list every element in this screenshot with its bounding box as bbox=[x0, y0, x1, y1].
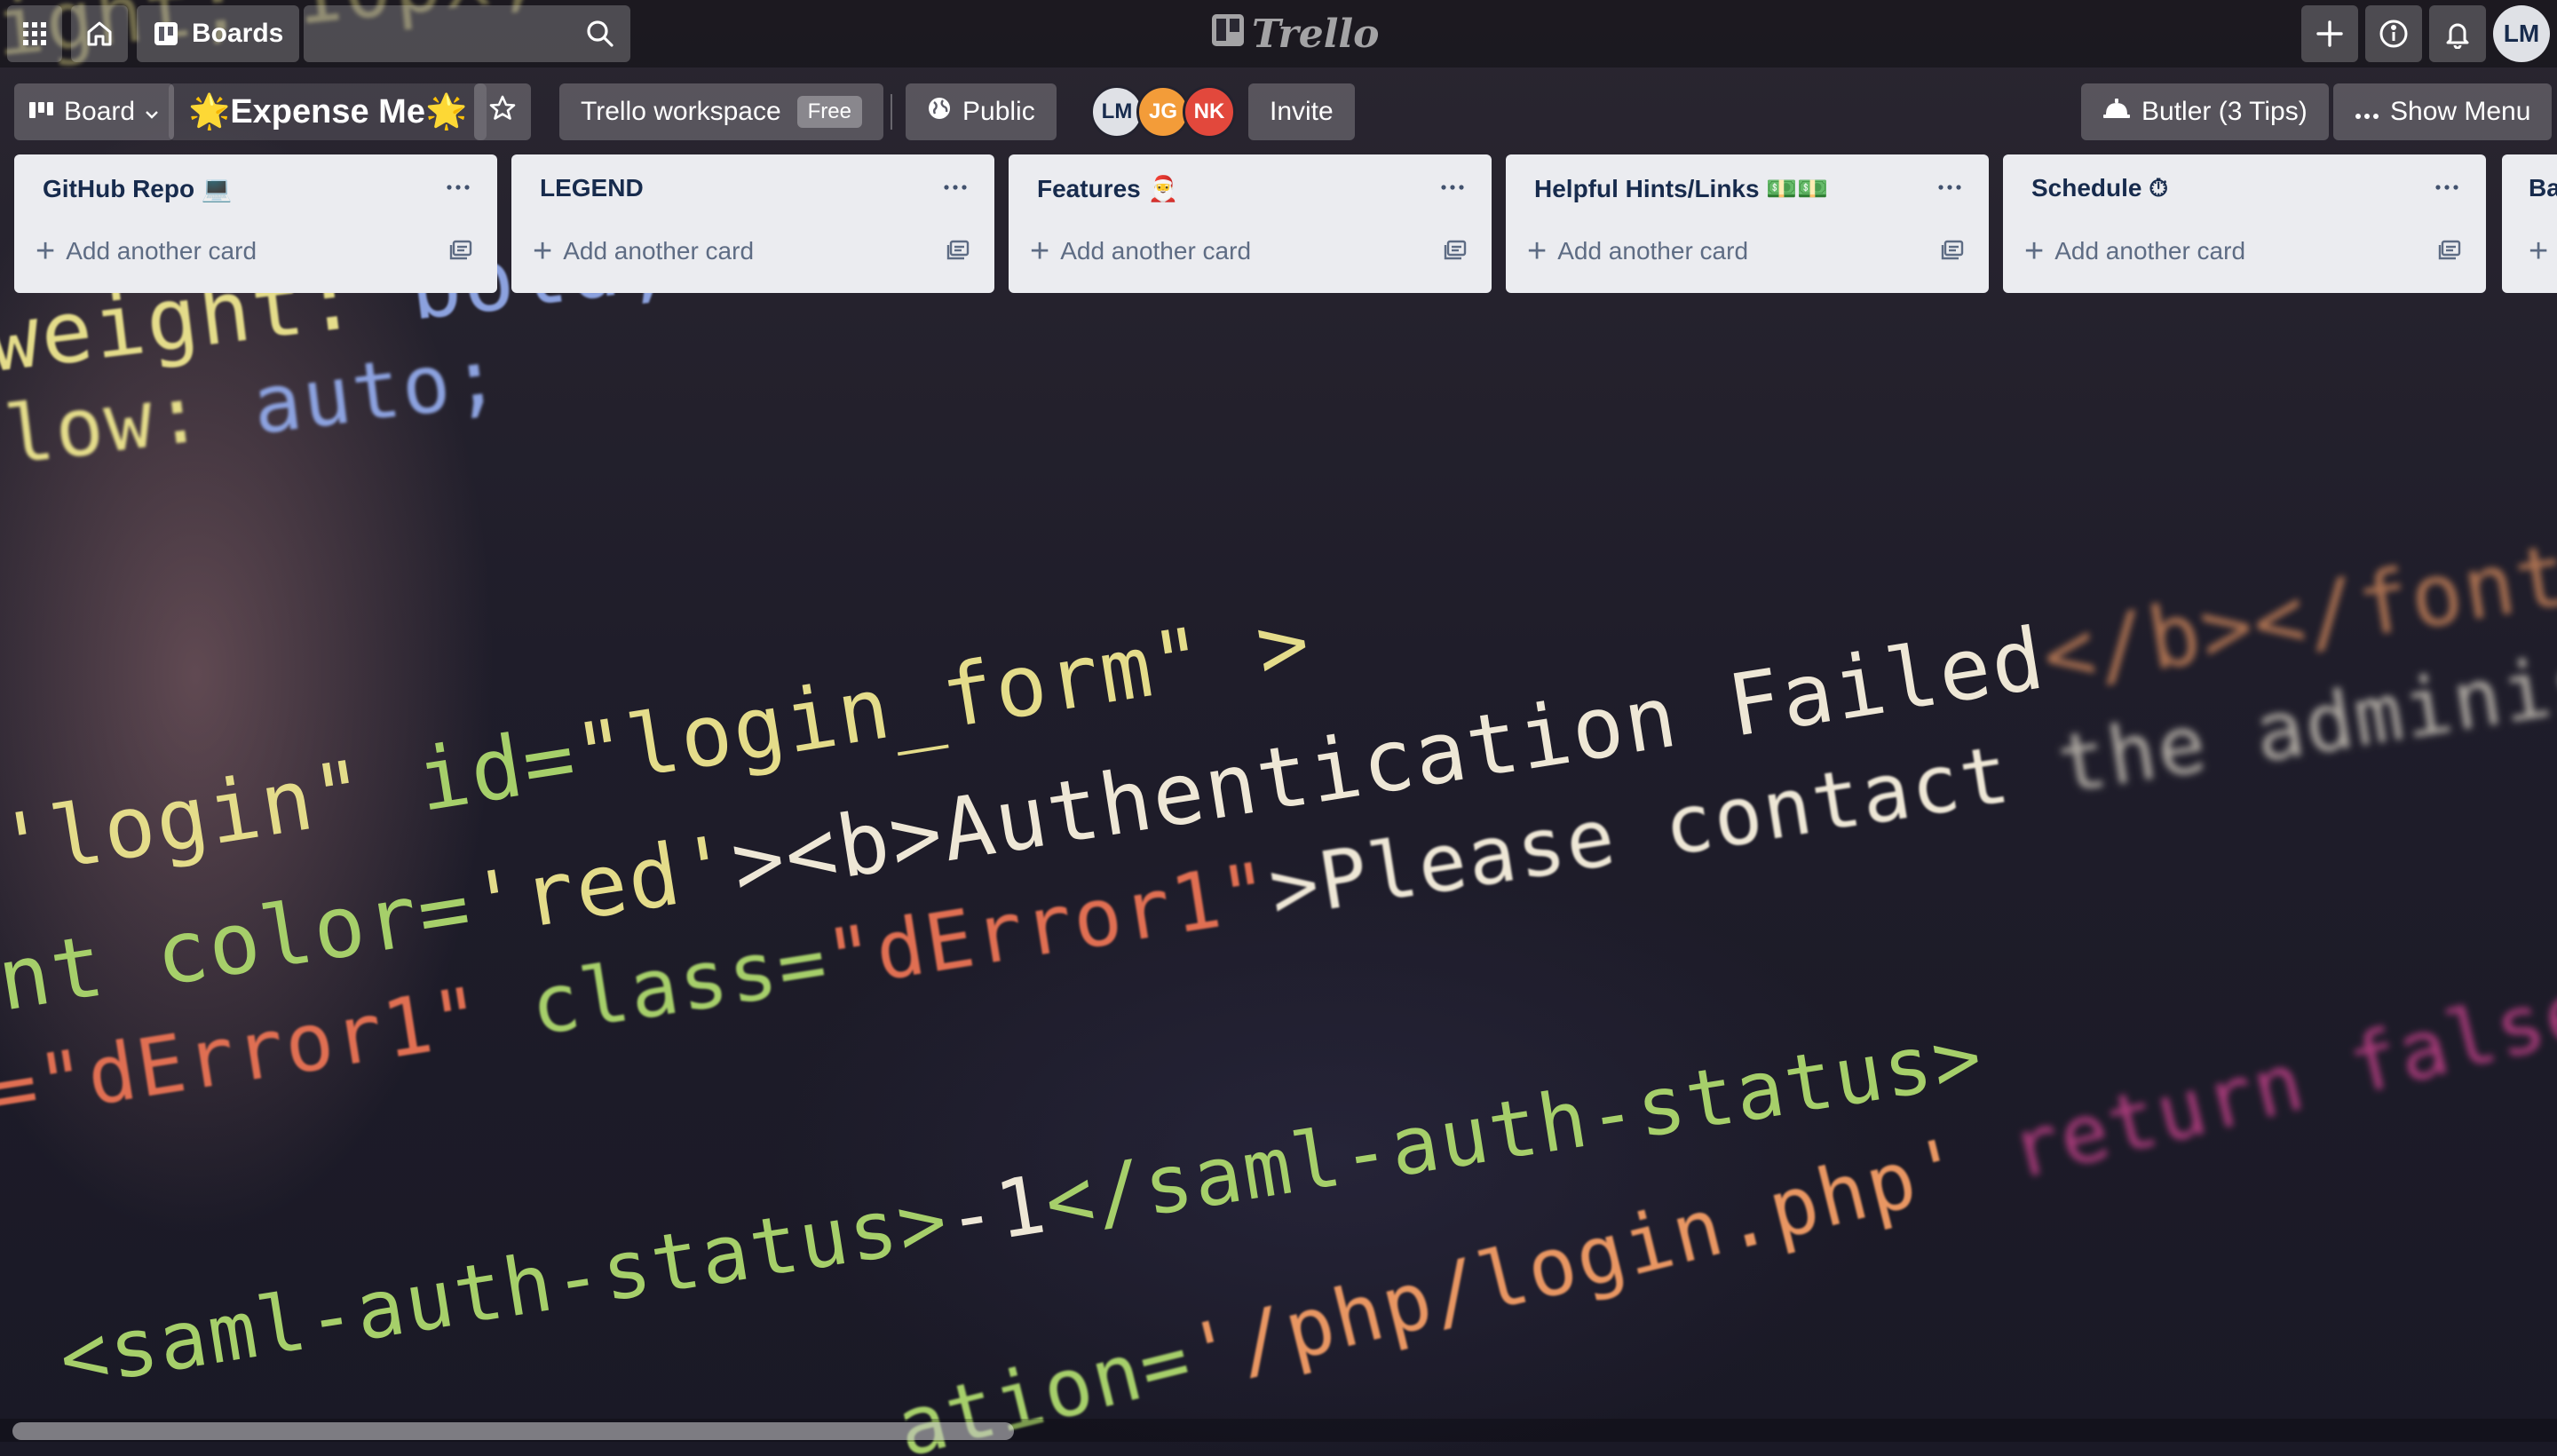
invite-label: Invite bbox=[1270, 97, 1334, 126]
header-divider bbox=[891, 94, 892, 130]
list-menu-button[interactable] bbox=[1932, 169, 1967, 204]
card-template-icon[interactable] bbox=[449, 240, 472, 265]
invite-button[interactable]: Invite bbox=[1248, 83, 1355, 140]
board-view-label: Board bbox=[64, 97, 136, 126]
more-dots-icon bbox=[944, 178, 967, 194]
card-template-icon[interactable] bbox=[1444, 240, 1467, 265]
add-card-label: Add another card bbox=[2054, 237, 2246, 265]
member-avatar[interactable]: NK bbox=[1183, 85, 1236, 138]
plus-icon: + bbox=[533, 233, 553, 270]
list-title[interactable]: LEGEND bbox=[540, 174, 644, 202]
list-title[interactable]: Ba bbox=[2529, 174, 2557, 202]
plus-icon: + bbox=[1030, 233, 1050, 270]
home-icon bbox=[84, 19, 115, 49]
add-card-label: Add another card bbox=[563, 237, 755, 265]
info-button[interactable] bbox=[2365, 5, 2422, 62]
add-card-label: Add another card bbox=[1060, 237, 1252, 265]
plus-icon: + bbox=[36, 233, 56, 270]
member-avatar[interactable]: JG bbox=[1136, 85, 1190, 138]
user-avatar[interactable]: LM bbox=[2493, 5, 2550, 62]
card-template-icon[interactable] bbox=[946, 240, 970, 265]
more-dots-icon bbox=[2435, 178, 2458, 194]
board-view-icon bbox=[28, 97, 55, 127]
more-dots-icon bbox=[2355, 97, 2379, 127]
visibility-button[interactable]: Public bbox=[906, 83, 1057, 140]
add-card-button[interactable]: + Add another card bbox=[36, 229, 257, 273]
list-title[interactable]: GitHub Repo 💻 bbox=[43, 174, 233, 203]
boards-label: Boards bbox=[192, 19, 284, 48]
globe-icon bbox=[927, 96, 952, 128]
search-icon[interactable] bbox=[584, 18, 616, 54]
show-menu-button[interactable]: Show Menu bbox=[2333, 83, 2553, 140]
add-card-button[interactable]: + Add another card bbox=[1527, 229, 1748, 273]
more-dots-icon bbox=[447, 178, 470, 194]
butler-button[interactable]: Butler (3 Tips) bbox=[2081, 83, 2329, 140]
add-card-button[interactable]: + Add another card bbox=[1030, 229, 1251, 273]
plus-icon bbox=[2315, 19, 2345, 49]
show-menu-label: Show Menu bbox=[2390, 97, 2531, 126]
trello-logo[interactable]: Trello bbox=[1211, 11, 1380, 57]
bell-icon bbox=[2442, 19, 2473, 49]
add-card-label: Add another card bbox=[1557, 237, 1749, 265]
visibility-label: Public bbox=[962, 97, 1035, 126]
list-title[interactable]: Helpful Hints/Links 💵💵 bbox=[1534, 174, 1828, 203]
list-title[interactable]: Schedule ⏱ bbox=[2031, 174, 2168, 203]
list-menu-button[interactable] bbox=[1435, 169, 1470, 204]
boards-button[interactable]: Boards bbox=[137, 5, 300, 62]
plus-icon: + bbox=[2024, 233, 2045, 270]
search-box[interactable] bbox=[304, 5, 630, 64]
star-board-button[interactable] bbox=[474, 83, 531, 140]
search-input[interactable] bbox=[304, 5, 577, 64]
trello-logo-icon bbox=[1211, 12, 1245, 57]
star-icon bbox=[488, 94, 517, 130]
create-button[interactable] bbox=[2301, 5, 2358, 62]
list-legend[interactable]: LEGEND + Add another card bbox=[511, 154, 994, 293]
butler-bell-icon bbox=[2102, 97, 2131, 127]
workspace-button[interactable]: Trello workspace Free bbox=[559, 83, 883, 140]
logo-text: Trello bbox=[1252, 11, 1380, 57]
list-title[interactable]: Features 🎅 bbox=[1037, 174, 1178, 203]
plus-icon: + bbox=[1527, 233, 1548, 270]
list-github-repo[interactable]: GitHub Repo 💻 + Add another card bbox=[14, 154, 497, 293]
add-card-button[interactable]: + Add another card bbox=[533, 229, 754, 273]
more-dots-icon bbox=[1441, 178, 1464, 194]
list-schedule[interactable]: Schedule ⏱ + Add another card bbox=[2003, 154, 2486, 293]
add-card-label: Add another card bbox=[66, 237, 257, 265]
list-menu-button[interactable] bbox=[440, 169, 476, 204]
chevron-down-icon bbox=[144, 97, 160, 127]
list-partial-offscreen[interactable]: Ba + bbox=[2502, 154, 2557, 293]
board-icon bbox=[153, 20, 179, 47]
list-helpful-hints[interactable]: Helpful Hints/Links 💵💵 + Add another card bbox=[1506, 154, 1989, 293]
list-menu-button[interactable] bbox=[2429, 169, 2465, 204]
board-title[interactable]: 🌟Expense Me🌟 bbox=[169, 83, 487, 140]
top-header: Boards Trello LM bbox=[0, 0, 2557, 67]
grid-icon bbox=[21, 20, 48, 47]
list-features[interactable]: Features 🎅 + Add another card bbox=[1009, 154, 1492, 293]
home-button[interactable] bbox=[71, 5, 128, 62]
card-template-icon[interactable] bbox=[2438, 240, 2461, 265]
butler-label: Butler (3 Tips) bbox=[2141, 97, 2308, 126]
workspace-plan-badge: Free bbox=[796, 96, 862, 128]
scrollbar-thumb[interactable] bbox=[12, 1422, 1014, 1440]
list-menu-button[interactable] bbox=[938, 169, 973, 204]
member-avatar[interactable]: LM bbox=[1090, 85, 1144, 138]
info-icon bbox=[2378, 18, 2410, 50]
add-card-button[interactable]: + Add another card bbox=[2024, 229, 2245, 273]
notifications-button[interactable] bbox=[2429, 5, 2486, 62]
board-view-switcher[interactable]: Board bbox=[14, 83, 175, 140]
workspace-label: Trello workspace bbox=[581, 97, 781, 126]
more-dots-icon bbox=[1938, 178, 1961, 194]
apps-switcher-button[interactable] bbox=[7, 5, 62, 62]
plus-icon[interactable]: + bbox=[2529, 233, 2548, 271]
card-template-icon[interactable] bbox=[1941, 240, 1964, 265]
